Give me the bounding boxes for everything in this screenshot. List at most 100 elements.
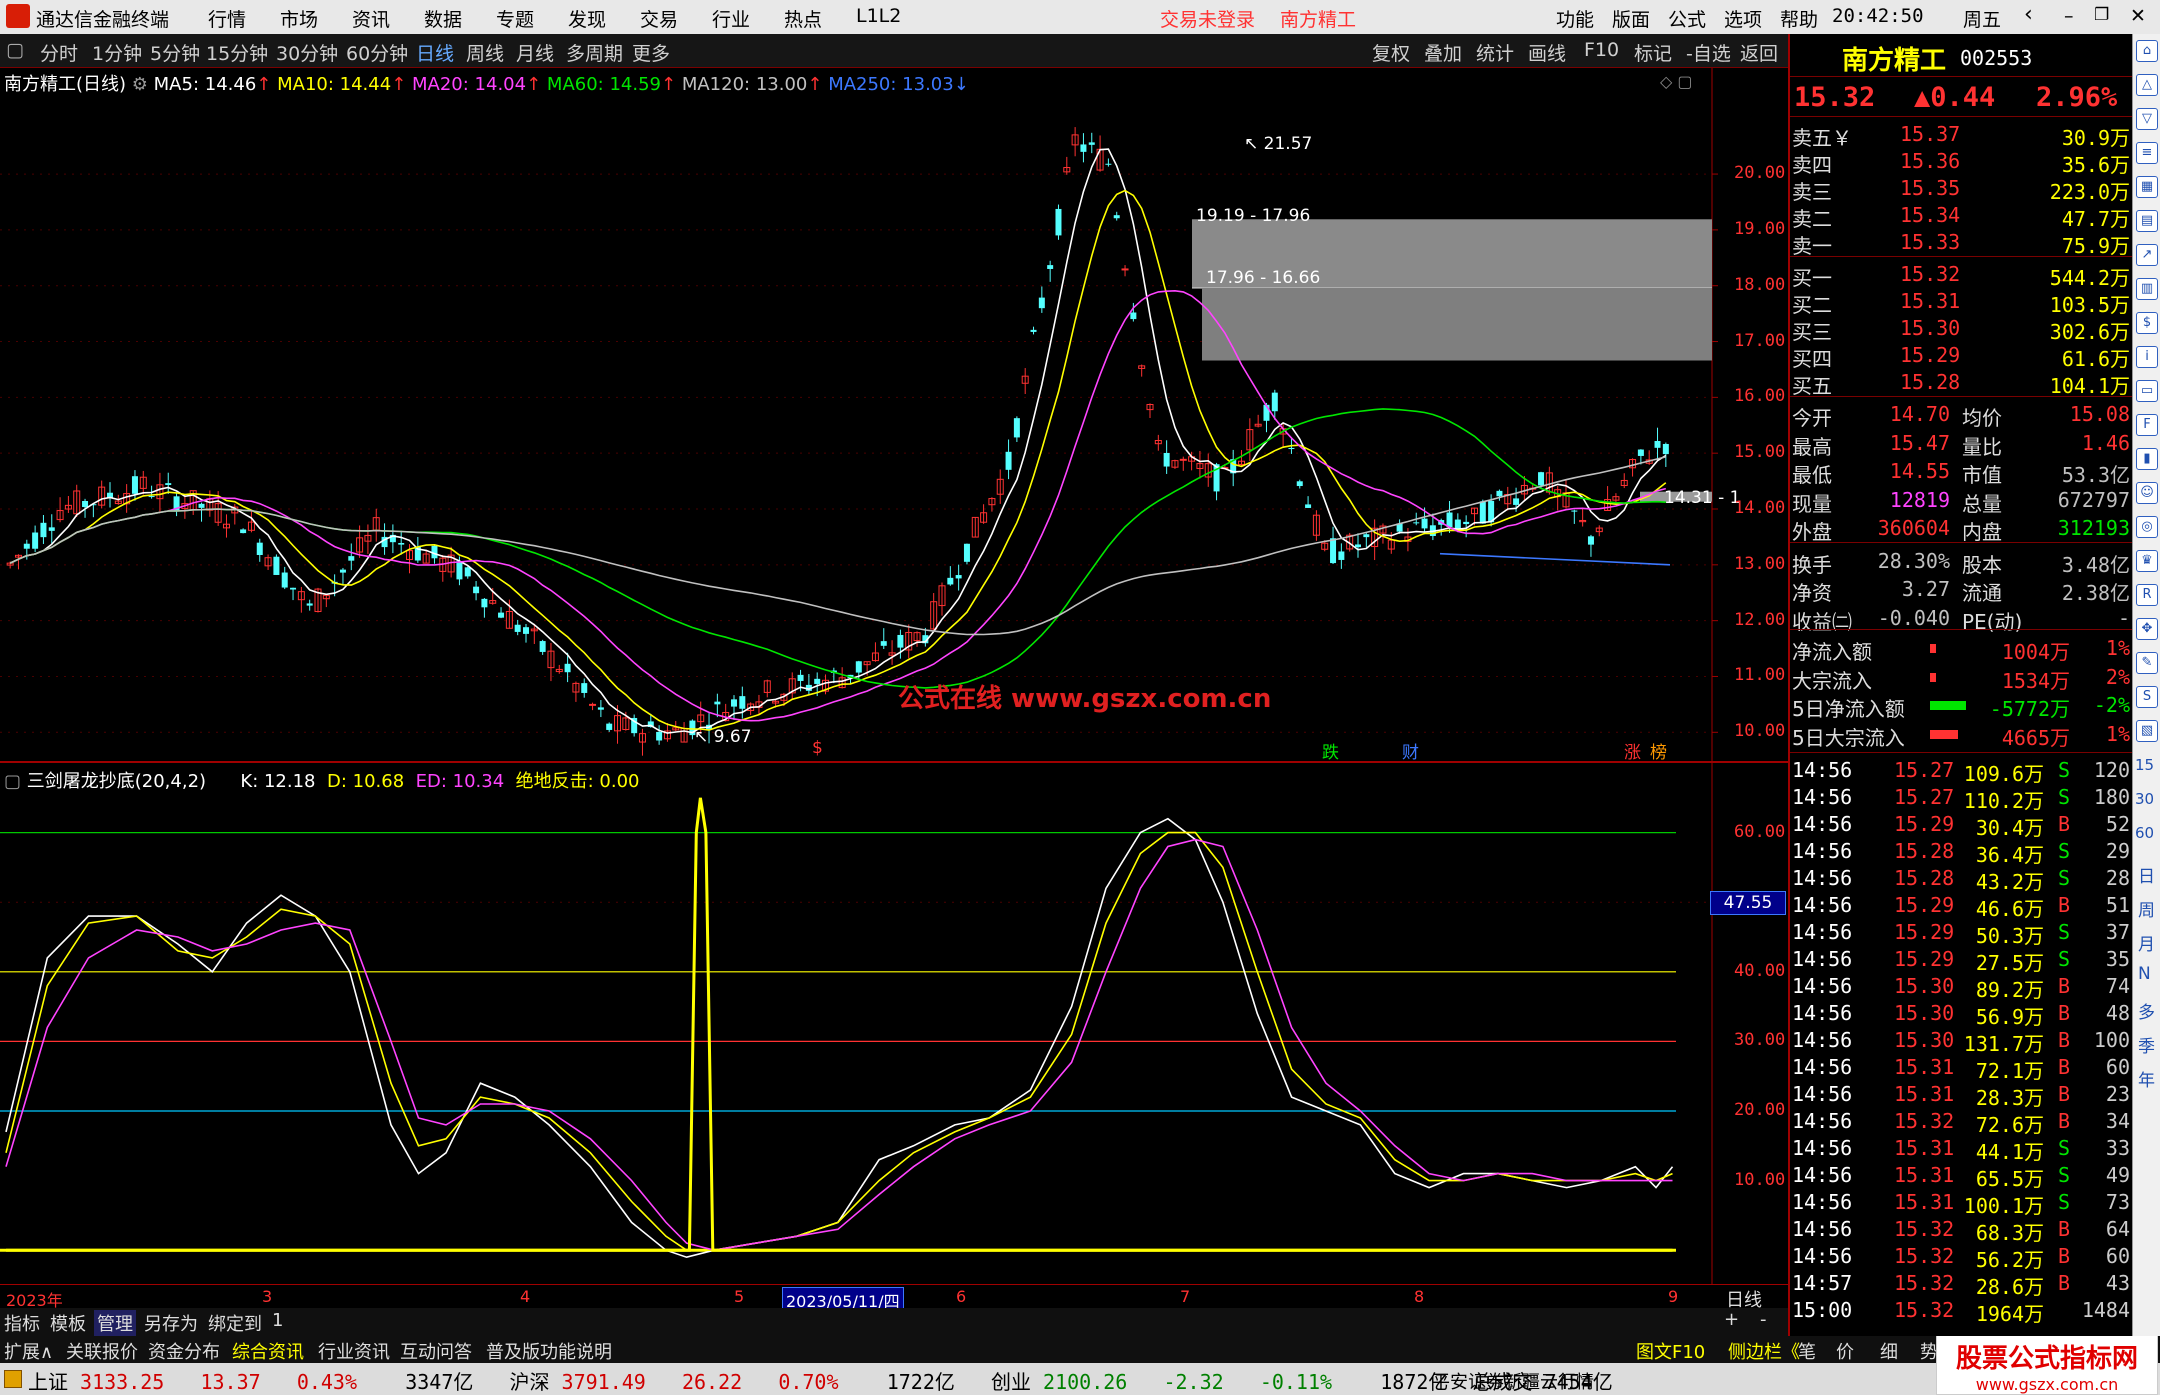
cy-label[interactable]: 创业: [991, 1370, 1031, 1394]
info-tab-2[interactable]: 资金分布: [148, 1338, 220, 1364]
f10-button[interactable]: 图文F10: [1636, 1338, 1705, 1364]
calc-icon[interactable]: ▧: [2136, 720, 2158, 742]
compass-icon[interactable]: ✥: [2136, 618, 2158, 640]
collapse-icon[interactable]: ▢: [6, 39, 24, 61]
rsi-icon[interactable]: R: [2136, 584, 2158, 606]
indicator-tab-2[interactable]: 管理: [94, 1310, 136, 1336]
up-icon[interactable]: △: [2136, 74, 2158, 96]
period-tab-9[interactable]: 多周期: [566, 39, 623, 66]
right-menu-1[interactable]: 版面: [1612, 5, 1650, 32]
period-tab-1[interactable]: 1分钟: [92, 39, 142, 66]
menu-5[interactable]: 发现: [568, 5, 606, 32]
indicator-tab-0[interactable]: 指标: [4, 1310, 40, 1336]
period-tab-5[interactable]: 60分钟: [346, 39, 408, 66]
strip-period-6[interactable]: 年: [2138, 1066, 2155, 1091]
right-menu-3[interactable]: 选项: [1724, 5, 1762, 32]
indicator-tab-4[interactable]: 绑定到: [208, 1310, 262, 1336]
strip-period-0[interactable]: 日: [2138, 862, 2155, 887]
period-tab-7[interactable]: 周线: [466, 39, 504, 66]
close-icon[interactable]: ✕: [2130, 5, 2146, 27]
indicator-chart-panel[interactable]: ▢ 三剑屠龙抄底(20,4,2) K: 12.18 D: 10.68 ED: 1…: [0, 763, 1788, 1285]
period-tab-2[interactable]: 5分钟: [150, 39, 200, 66]
home-icon[interactable]: ⌂: [2136, 40, 2158, 62]
bid-row[interactable]: 买四 15.29 61.6万: [1790, 341, 2134, 371]
chart-tool-7[interactable]: 返回: [1740, 39, 1778, 66]
indicator-settings-icon[interactable]: ▢: [4, 771, 21, 792]
menu-6[interactable]: 交易: [640, 5, 678, 32]
right-tab-2[interactable]: 细: [1880, 1338, 1898, 1364]
strip-period-5[interactable]: 季: [2138, 1032, 2155, 1057]
period-tab-8[interactable]: 月线: [516, 39, 554, 66]
pen-icon[interactable]: ✎: [2136, 652, 2158, 674]
list-icon[interactable]: ≡: [2136, 142, 2158, 164]
grid-icon[interactable]: ▦: [2136, 176, 2158, 198]
ask-row[interactable]: 卖四 15.36 35.6万: [1790, 147, 2134, 177]
fs-icon[interactable]: S: [2136, 686, 2158, 708]
info-tab-5[interactable]: 互动问答: [400, 1338, 472, 1364]
bid-row[interactable]: 买二 15.31 103.5万: [1790, 287, 2134, 317]
bid-row[interactable]: 买五 15.28 104.1万: [1790, 368, 2134, 398]
restore-icon[interactable]: ❐: [2094, 5, 2109, 25]
menu-3[interactable]: 数据: [424, 5, 462, 32]
event-marker[interactable]: 榜: [1650, 738, 1667, 763]
bid-row[interactable]: 买一 15.32 544.2万: [1790, 260, 2134, 290]
doc-icon[interactable]: ▭: [2136, 380, 2158, 402]
chart-options-icon[interactable]: ◇ ▢: [1660, 72, 1693, 91]
hs-label[interactable]: 沪深: [510, 1370, 550, 1394]
event-marker[interactable]: $: [812, 738, 823, 758]
strip-period-3[interactable]: N: [2138, 964, 2151, 984]
indicator-title[interactable]: 三剑屠龙抄底(20,4,2): [27, 771, 206, 792]
event-marker[interactable]: 跌: [1322, 738, 1339, 763]
people-icon[interactable]: ☺: [2136, 482, 2158, 504]
info-tab-0[interactable]: 扩展∧: [4, 1338, 53, 1364]
candles-icon[interactable]: ▥: [2136, 278, 2158, 300]
info-tab-3[interactable]: 综合资讯: [232, 1338, 304, 1364]
indicator-chart[interactable]: [0, 763, 1788, 1285]
bar-icon[interactable]: ▮: [2136, 448, 2158, 470]
kline-chart[interactable]: [0, 68, 1788, 763]
globe-icon[interactable]: ◎: [2136, 516, 2158, 538]
indicator-tab-3[interactable]: 另存为: [144, 1310, 198, 1336]
settings-icon[interactable]: ⚙: [132, 74, 148, 95]
indicator-tab-1[interactable]: 模板: [50, 1310, 86, 1336]
chart-tool-5[interactable]: 标记: [1634, 39, 1672, 66]
trend-icon[interactable]: ↗: [2136, 244, 2158, 266]
chart-icon[interactable]: ▤: [2136, 210, 2158, 232]
period-tab-3[interactable]: 15分钟: [206, 39, 268, 66]
info-tab-6[interactable]: 普及版功能说明: [486, 1338, 612, 1364]
info-icon[interactable]: i: [2136, 346, 2158, 368]
minimize-icon[interactable]: –: [2064, 5, 2074, 27]
kline-chart-panel[interactable]: 南方精工(日线) ⚙ MA5: 14.46↑ MA10: 14.44↑ MA20…: [0, 68, 1788, 763]
status-icon[interactable]: [4, 1370, 22, 1388]
event-marker[interactable]: 财: [1402, 738, 1419, 763]
menu-9[interactable]: L1L2: [856, 5, 901, 27]
crown-icon[interactable]: ♛: [2136, 550, 2158, 572]
chart-tool-3[interactable]: 画线: [1528, 39, 1566, 66]
menu-7[interactable]: 行业: [712, 5, 750, 32]
menu-0[interactable]: 行情: [208, 5, 246, 32]
chart-tool-4[interactable]: F10: [1584, 39, 1619, 61]
strip-period-1[interactable]: 周: [2138, 896, 2155, 921]
ask-row[interactable]: 卖三 15.35 223.0万: [1790, 174, 2134, 204]
period-tab-10[interactable]: 更多: [632, 39, 670, 66]
chart-tool-1[interactable]: 叠加: [1424, 39, 1462, 66]
ask-row[interactable]: 卖二 15.34 47.7万: [1790, 201, 2134, 231]
right-tab-1[interactable]: 价: [1836, 1338, 1854, 1364]
period-tab-4[interactable]: 30分钟: [276, 39, 338, 66]
strip-period-4[interactable]: 多: [2138, 998, 2155, 1023]
ask-row[interactable]: 卖五￥ 15.37 30.9万: [1790, 120, 2134, 150]
chart-tool-6[interactable]: -自选: [1686, 39, 1731, 66]
event-marker[interactable]: 涨: [1624, 738, 1641, 763]
trade-status[interactable]: 交易未登录: [1160, 5, 1255, 32]
menu-8[interactable]: 热点: [784, 5, 822, 32]
period-tab-6[interactable]: 日线: [416, 39, 454, 66]
back-icon[interactable]: ‹: [2024, 2, 2033, 27]
period-tab-0[interactable]: 分时: [40, 39, 78, 66]
right-menu-4[interactable]: 帮助: [1780, 5, 1818, 32]
f10-icon[interactable]: F: [2136, 414, 2158, 436]
menu-1[interactable]: 市场: [280, 5, 318, 32]
chart-tool-0[interactable]: 复权: [1372, 39, 1410, 66]
info-tab-1[interactable]: 关联报价: [66, 1338, 138, 1364]
down-icon[interactable]: ▽: [2136, 108, 2158, 130]
menu-2[interactable]: 资讯: [352, 5, 390, 32]
